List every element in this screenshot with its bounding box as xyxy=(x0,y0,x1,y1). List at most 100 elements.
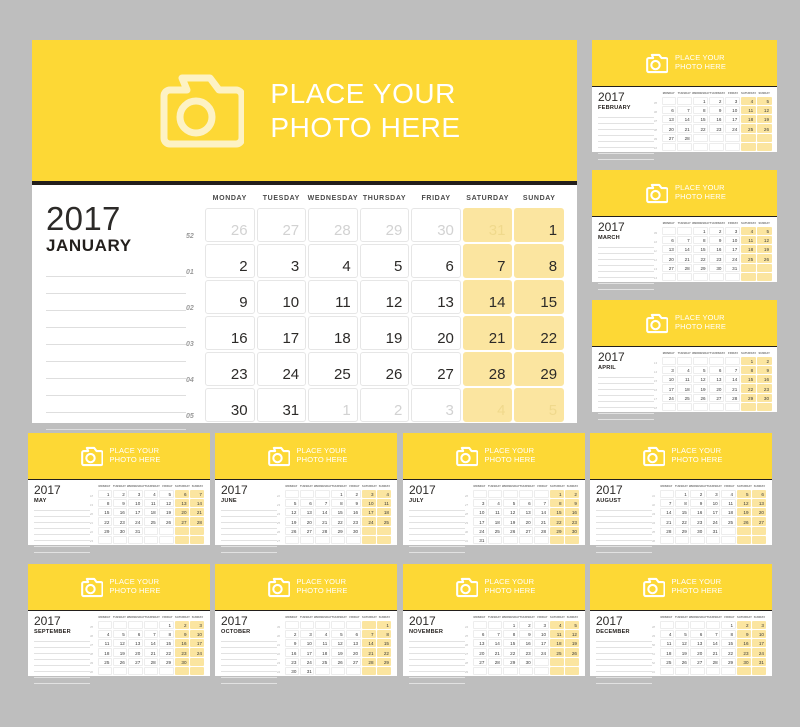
day-cell[interactable] xyxy=(143,666,159,675)
note-line[interactable] xyxy=(598,158,654,160)
note-line[interactable] xyxy=(409,640,465,642)
day-cell[interactable] xyxy=(693,142,709,151)
day-cell[interactable]: 27 xyxy=(128,657,143,666)
day-cell[interactable] xyxy=(659,535,674,544)
thumbnail-note-lines[interactable] xyxy=(221,509,277,553)
thumbnail-note-lines[interactable] xyxy=(596,640,652,684)
day-cell[interactable]: 11 xyxy=(487,508,503,517)
thumbnail-card-september[interactable]: PLACE YOUR PHOTO HERE 2017 SEPTEMBER MON… xyxy=(28,564,210,684)
day-cell[interactable]: 21 xyxy=(190,508,205,517)
day-cell[interactable]: 17 xyxy=(128,508,143,517)
day-cell[interactable]: 25 xyxy=(740,124,756,133)
note-line[interactable] xyxy=(46,327,186,329)
day-cell[interactable] xyxy=(693,357,709,366)
day-cell[interactable]: 19 xyxy=(159,508,174,517)
day-cell[interactable]: 7 xyxy=(677,236,693,245)
day-cell[interactable]: 21 xyxy=(677,254,693,263)
day-cell[interactable] xyxy=(756,402,772,411)
day-cell[interactable]: 27 xyxy=(661,133,677,142)
note-line[interactable] xyxy=(34,521,90,523)
thumbnail-card-june[interactable]: PLACE YOUR PHOTO HERE 2017 JUNE MONDAY TU… xyxy=(215,433,397,553)
thumbnail-card-august[interactable]: PLACE YOUR PHOTO HERE 2017 AUGUST MONDAY… xyxy=(590,433,772,553)
day-cell[interactable]: 28 xyxy=(315,526,330,535)
day-cell[interactable]: 8 xyxy=(503,630,518,639)
photo-placeholder-header[interactable]: PLACE YOUR PHOTO HERE xyxy=(403,564,585,610)
day-cell[interactable]: 5 xyxy=(112,630,128,639)
day-cell[interactable]: 11 xyxy=(315,639,330,648)
day-cell[interactable]: 7 xyxy=(143,630,159,639)
day-cell[interactable]: 16 xyxy=(709,245,724,254)
day-cell[interactable] xyxy=(128,666,143,675)
day-cell[interactable]: 2 xyxy=(736,621,752,630)
day-cell[interactable]: 8 xyxy=(97,499,112,508)
note-line[interactable] xyxy=(221,539,277,541)
day-cell[interactable] xyxy=(740,142,756,151)
day-cell[interactable]: 22 xyxy=(721,648,736,657)
note-line[interactable] xyxy=(596,521,652,523)
day-cell[interactable]: 27 xyxy=(518,526,534,535)
day-cell[interactable]: 1 xyxy=(97,490,112,499)
day-cell[interactable]: 3 xyxy=(752,621,767,630)
day-cell[interactable]: 29 xyxy=(159,657,174,666)
day-cell[interactable] xyxy=(565,666,580,675)
day-cell[interactable]: 6 xyxy=(174,490,190,499)
day-cell[interactable] xyxy=(705,621,721,630)
day-cell[interactable]: 24 xyxy=(190,648,205,657)
day-cell[interactable]: 16 xyxy=(346,508,361,517)
day-cell[interactable]: 4 xyxy=(549,621,565,630)
day-cell[interactable]: 12 xyxy=(693,375,709,384)
photo-placeholder-header[interactable]: PLACE YOUR PHOTO HERE xyxy=(32,40,577,181)
day-cell[interactable]: 8 xyxy=(514,244,565,278)
day-cell[interactable]: 9 xyxy=(518,630,534,639)
day-cell[interactable]: 7 xyxy=(361,630,377,639)
day-cell[interactable]: 2 xyxy=(690,490,705,499)
day-cell[interactable] xyxy=(740,402,756,411)
note-line[interactable] xyxy=(596,545,652,547)
note-line[interactable] xyxy=(221,515,277,517)
day-cell[interactable]: 17 xyxy=(361,508,377,517)
day-cell[interactable]: 28 xyxy=(677,263,693,272)
day-cell[interactable] xyxy=(472,666,487,675)
day-cell[interactable]: 18 xyxy=(677,384,693,393)
day-cell[interactable]: 24 xyxy=(361,517,377,526)
note-line[interactable] xyxy=(409,527,465,529)
day-cell[interactable] xyxy=(690,666,705,675)
note-line[interactable] xyxy=(598,276,654,278)
day-cell[interactable]: 21 xyxy=(659,517,674,526)
note-line[interactable] xyxy=(409,533,465,535)
day-cell[interactable]: 5 xyxy=(736,490,752,499)
day-cell[interactable] xyxy=(736,526,752,535)
day-cell[interactable]: 12 xyxy=(284,508,299,517)
day-cell[interactable]: 6 xyxy=(661,236,677,245)
day-cell[interactable]: 10 xyxy=(190,630,205,639)
day-cell[interactable]: 12 xyxy=(756,236,772,245)
day-cell[interactable]: 14 xyxy=(659,508,674,517)
day-cell[interactable]: 29 xyxy=(97,526,112,535)
day-cell[interactable] xyxy=(534,657,549,666)
day-cell[interactable]: 5 xyxy=(565,621,580,630)
note-line[interactable] xyxy=(46,412,186,414)
day-cell[interactable]: 15 xyxy=(693,245,709,254)
thumbnail-note-lines[interactable] xyxy=(598,116,654,160)
day-cell[interactable]: 13 xyxy=(661,115,677,124)
day-cell[interactable]: 9 xyxy=(174,630,190,639)
day-cell[interactable]: 23 xyxy=(112,517,128,526)
note-line[interactable] xyxy=(598,258,654,260)
day-cell[interactable] xyxy=(724,402,740,411)
note-line[interactable] xyxy=(598,122,654,124)
day-cell[interactable] xyxy=(709,402,724,411)
day-cell[interactable] xyxy=(565,657,580,666)
day-cell[interactable]: 28 xyxy=(677,133,693,142)
day-cell[interactable] xyxy=(549,535,565,544)
day-cell[interactable]: 24 xyxy=(256,352,307,386)
day-cell[interactable]: 6 xyxy=(411,244,461,278)
day-cell[interactable] xyxy=(740,133,756,142)
day-cell[interactable]: 7 xyxy=(487,630,503,639)
photo-placeholder-header[interactable]: PLACE YOUR PHOTO HERE xyxy=(592,170,777,216)
day-cell[interactable]: 19 xyxy=(112,648,128,657)
day-cell[interactable] xyxy=(159,535,174,544)
day-cell[interactable]: 4 xyxy=(659,630,674,639)
day-cell[interactable]: 16 xyxy=(518,639,534,648)
day-cell[interactable]: 18 xyxy=(740,245,756,254)
day-cell[interactable]: 8 xyxy=(693,236,709,245)
